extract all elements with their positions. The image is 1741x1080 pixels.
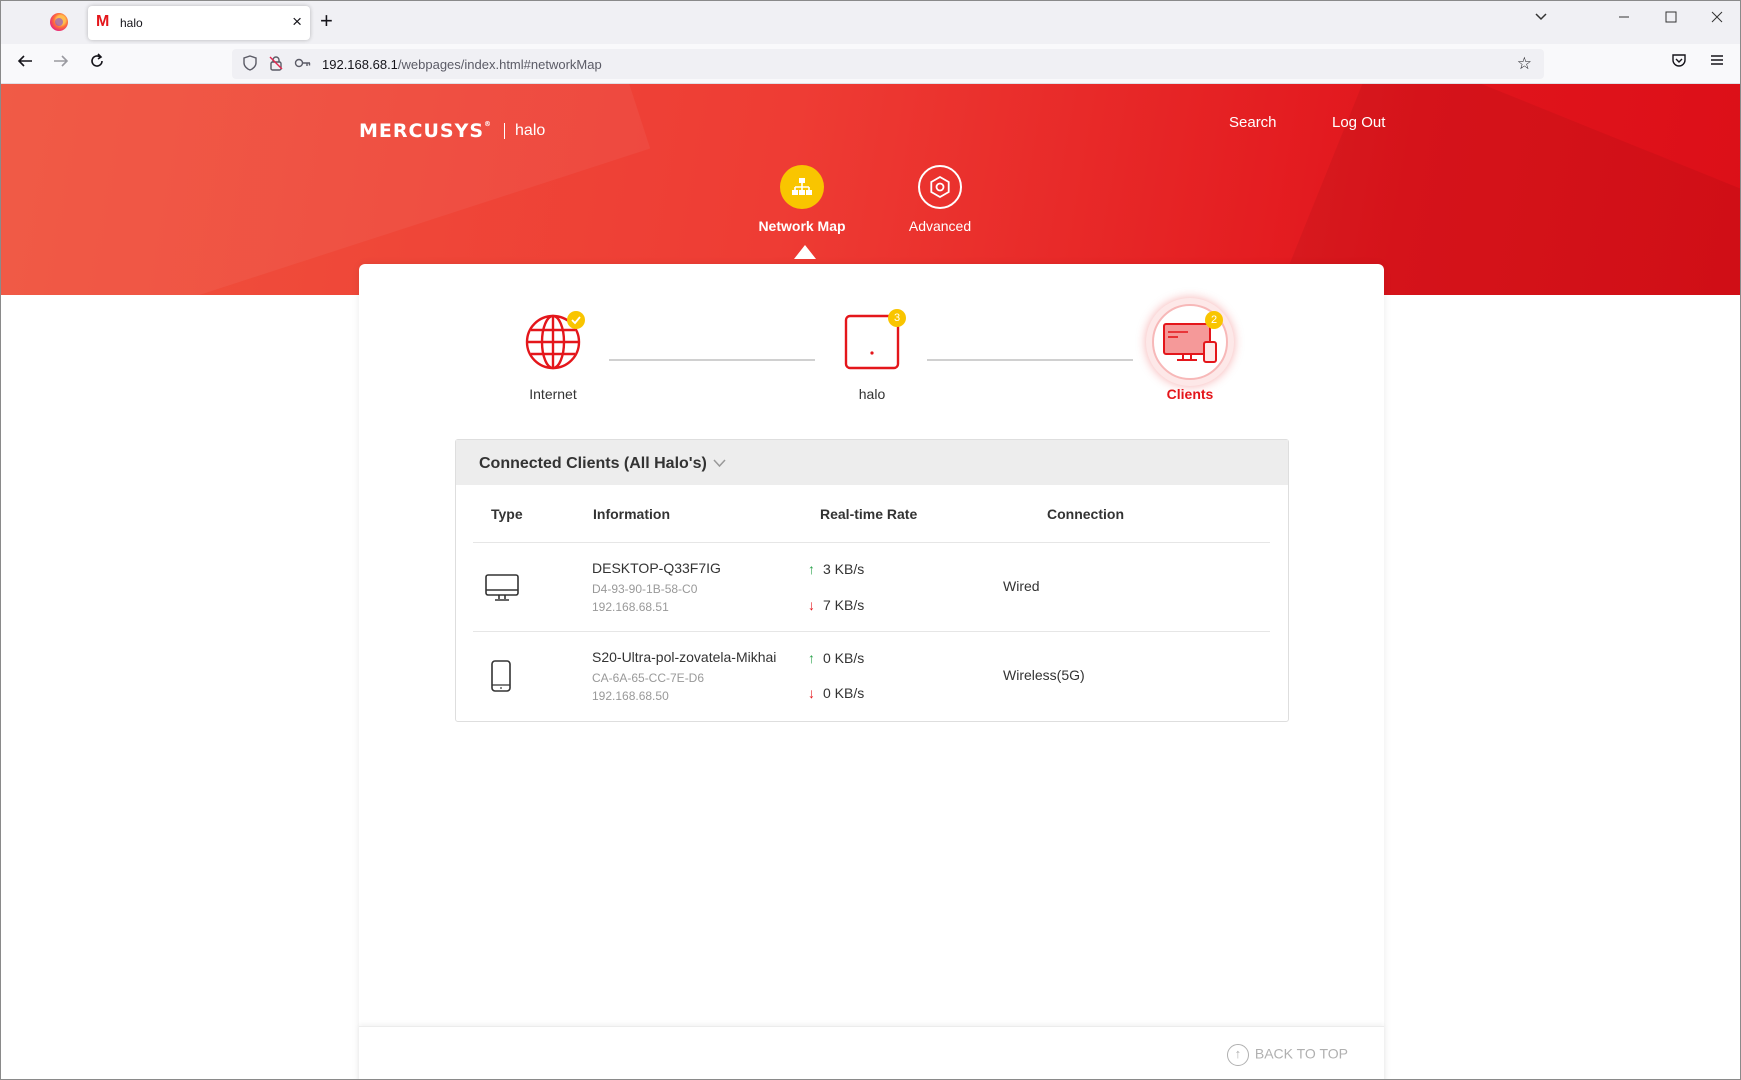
topology-link-line [927, 359, 1133, 361]
checkmark-icon [571, 316, 581, 325]
url-path: /webpages/index.html#networkMap [397, 57, 602, 72]
download-arrow-icon: ↓ [808, 685, 815, 701]
url-bar[interactable]: 192.168.68.1/webpages/index.html#network… [232, 49, 1544, 79]
download-rate-value: 7 KB/s [823, 597, 865, 613]
halo-count-badge: 3 [888, 309, 906, 327]
clients-label: Clients [1166, 386, 1214, 402]
arrow-up-circle-icon: ↑ [1226, 1044, 1249, 1066]
client-connection: Wireless(5G) [1003, 667, 1085, 683]
forward-arrow-icon[interactable] [52, 52, 70, 75]
topology-internet[interactable]: Internet [493, 302, 613, 402]
clients-filter-dropdown[interactable]: Connected Clients (All Halo's) [456, 440, 1288, 485]
column-header-information: Information [593, 506, 670, 522]
download-rate: ↓ 7 KB/s [808, 597, 864, 613]
topology-clients[interactable]: 2 Clients [1130, 298, 1250, 402]
tab-title: halo [120, 16, 143, 30]
column-header-connection: Connection [1047, 506, 1124, 522]
clients-panel-title: Connected Clients (All Halo's) [479, 455, 707, 472]
menu-network-map[interactable]: Network Map [742, 165, 862, 234]
logout-link[interactable]: Log Out [1332, 114, 1385, 131]
back-arrow-icon[interactable] [16, 52, 34, 75]
table-row[interactable]: S20-Ultra-pol-zovatela-Mikhai CA-6A-65-C… [473, 631, 1270, 720]
maximize-icon[interactable] [1665, 10, 1677, 28]
reload-icon[interactable] [88, 52, 106, 75]
list-tabs-chevron-icon[interactable] [1534, 10, 1548, 29]
advanced-circle [918, 165, 962, 209]
app-menu-icon[interactable] [1709, 52, 1725, 73]
client-name: S20-Ultra-pol-zovatela-Mikhai [592, 649, 777, 665]
upload-arrow-icon: ↑ [808, 650, 815, 666]
client-connection: Wired [1003, 578, 1040, 594]
network-map-icon [792, 178, 812, 195]
column-header-type: Type [491, 506, 523, 522]
client-ip: 192.168.68.51 [592, 600, 669, 614]
browser-tabstrip: M halo × + [0, 0, 1741, 44]
phone-icon [491, 660, 511, 697]
brand: MERCUSYS® halo [359, 120, 545, 142]
network-map-card: Internet 3 halo 2 Clients Connected Clie… [359, 264, 1384, 1079]
clients-node: 2 [1146, 298, 1234, 386]
back-to-top-button[interactable]: ↑ BACK TO TOP [1226, 1044, 1348, 1066]
page-footer: ↑ BACK TO TOP [359, 1026, 1384, 1079]
brand-separator [504, 123, 506, 139]
halo-node: 3 [832, 302, 912, 382]
menu-label-network-map: Network Map [758, 218, 846, 234]
upload-rate: ↑ 0 KB/s [808, 650, 864, 666]
connected-clients-panel: Connected Clients (All Halo's) Type Info… [455, 439, 1289, 722]
download-arrow-icon: ↓ [808, 597, 815, 613]
key-icon[interactable] [294, 55, 312, 75]
active-menu-caret [794, 245, 816, 259]
upload-arrow-icon: ↑ [808, 561, 815, 577]
tracking-shield-icon[interactable] [242, 55, 258, 75]
brand-text: MERCUSYS [359, 120, 485, 142]
internet-ok-badge [567, 311, 585, 329]
new-tab-icon[interactable]: + [320, 8, 333, 34]
client-name: DESKTOP-Q33F7IG [592, 560, 721, 576]
tab-close-icon[interactable]: × [292, 12, 302, 32]
chevron-down-icon[interactable] [713, 456, 726, 471]
url-text[interactable]: 192.168.68.1/webpages/index.html#network… [322, 57, 602, 72]
mercusys-favicon-icon: M [96, 13, 110, 30]
topology-link-line [609, 359, 815, 361]
client-mac: D4-93-90-1B-58-C0 [592, 582, 698, 596]
upload-rate-value: 0 KB/s [823, 650, 865, 666]
download-rate-value: 0 KB/s [823, 685, 865, 701]
mercusys-logo: MERCUSYS® [359, 120, 493, 142]
pocket-icon[interactable] [1671, 52, 1687, 73]
upload-rate: ↑ 3 KB/s [808, 561, 864, 577]
browser-tab[interactable]: M halo × [88, 6, 310, 40]
router-page: MERCUSYS® halo Search Log Out Network Map [1, 84, 1740, 1079]
firefox-icon[interactable] [50, 13, 68, 31]
router-name: halo [515, 122, 546, 139]
network-map-circle [780, 165, 824, 209]
minimize-icon[interactable] [1618, 10, 1630, 28]
search-link[interactable]: Search [1229, 114, 1277, 131]
gear-icon [930, 176, 950, 198]
column-header-rate: Real-time Rate [820, 506, 918, 522]
upload-rate-value: 3 KB/s [823, 561, 865, 577]
download-rate: ↓ 0 KB/s [808, 685, 864, 701]
browser-navbar: 192.168.68.1/webpages/index.html#network… [0, 44, 1741, 84]
insecure-lock-icon[interactable] [268, 55, 284, 75]
bookmark-star-icon[interactable]: ☆ [1517, 54, 1532, 74]
window-close-icon[interactable] [1711, 10, 1723, 28]
internet-node [513, 302, 593, 382]
menu-advanced[interactable]: Advanced [880, 165, 1000, 234]
internet-label: Internet [529, 386, 577, 402]
topology-halo[interactable]: 3 halo [812, 302, 932, 402]
desktop-icon [485, 574, 519, 607]
menu-label-advanced: Advanced [908, 218, 972, 234]
back-to-top-label: BACK TO TOP [1254, 1045, 1348, 1062]
clients-count-badge: 2 [1205, 311, 1223, 329]
client-ip: 192.168.68.50 [592, 689, 669, 703]
client-mac: CA-6A-65-CC-7E-D6 [592, 671, 705, 685]
url-host: 192.168.68.1 [322, 57, 398, 72]
halo-label: halo [858, 386, 886, 402]
table-row[interactable]: DESKTOP-Q33F7IG D4-93-90-1B-58-C0 192.16… [473, 542, 1270, 631]
